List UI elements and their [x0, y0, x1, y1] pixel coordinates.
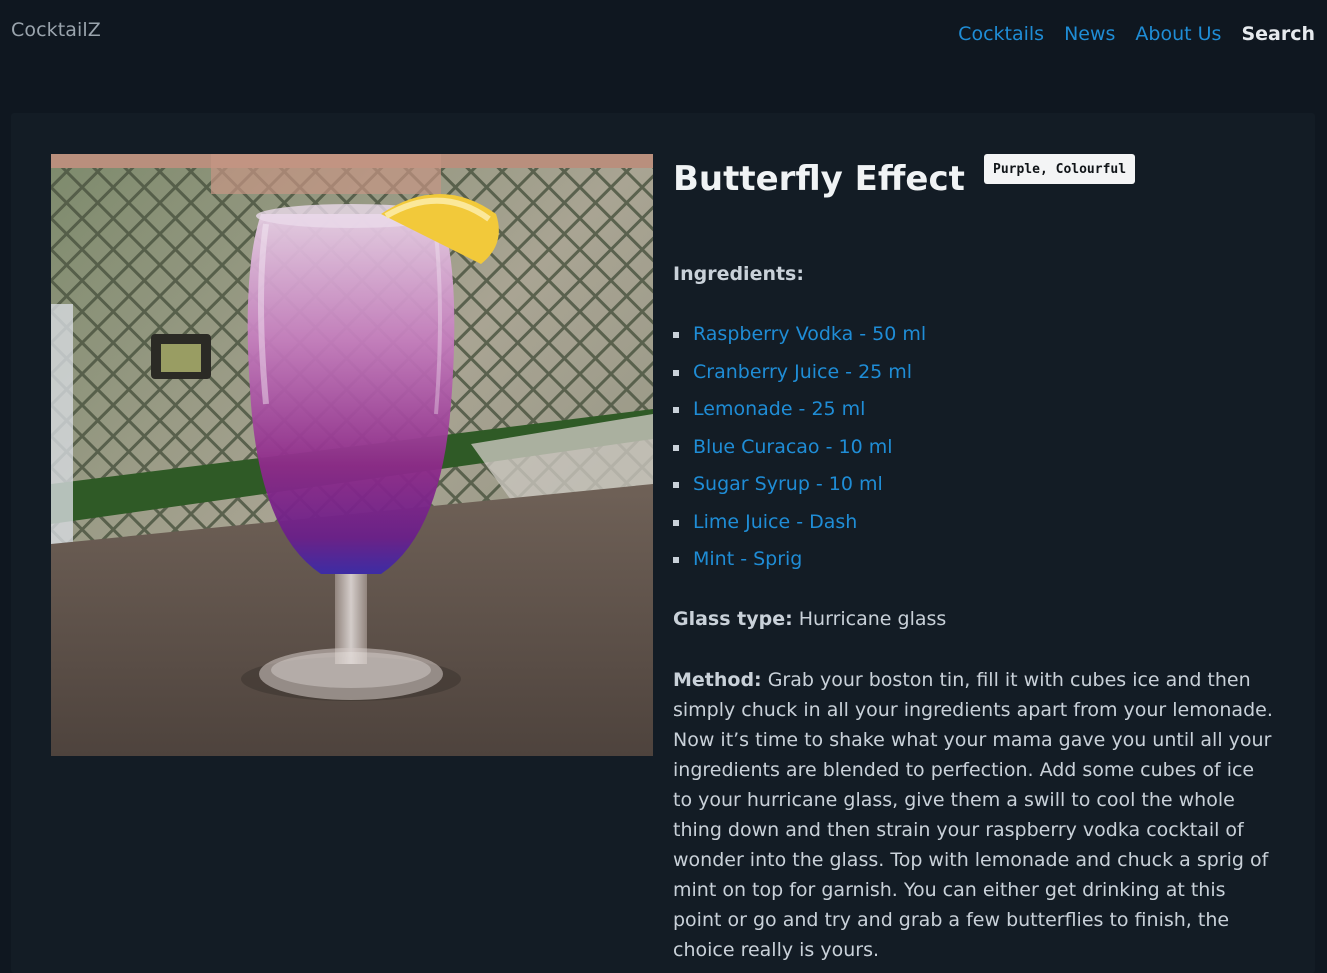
- ingredient-link[interactable]: Sugar Syrup - 10 ml: [693, 473, 883, 495]
- bullet-icon: [673, 444, 679, 451]
- list-item: Mint - Sprig: [673, 541, 926, 579]
- nav-news[interactable]: News: [1064, 23, 1115, 45]
- bullet-icon: [673, 557, 679, 563]
- list-item: Sugar Syrup - 10 ml: [673, 466, 926, 504]
- glass-type: Glass type: Hurricane glass: [673, 608, 946, 630]
- ingredient-link[interactable]: Lemonade - 25 ml: [693, 398, 865, 420]
- bullet-icon: [673, 369, 679, 376]
- cocktail-title: Butterfly Effect: [673, 159, 965, 199]
- glass-type-value: Hurricane glass: [798, 608, 947, 630]
- method: Method: Grab your boston tin, fill it wi…: [673, 665, 1273, 965]
- list-item: Raspberry Vodka - 50 ml: [673, 316, 926, 354]
- list-item: Lemonade - 25 ml: [673, 391, 926, 429]
- cocktail-card: Butterfly Effect Purple, Colourful Ingre…: [11, 113, 1315, 973]
- nav-cocktails[interactable]: Cocktails: [958, 23, 1044, 45]
- list-item: Lime Juice - Dash: [673, 504, 926, 542]
- main-nav: Cocktails News About Us Search: [958, 23, 1315, 45]
- cocktail-photo: [51, 154, 653, 756]
- bullet-icon: [673, 519, 679, 526]
- ingredient-link[interactable]: Mint - Sprig: [693, 548, 802, 570]
- tags-badge: Purple, Colourful: [984, 154, 1136, 184]
- ingredient-link[interactable]: Blue Curacao - 10 ml: [693, 436, 893, 458]
- method-text: Grab your boston tin, fill it with cubes…: [673, 669, 1273, 961]
- method-label: Method:: [673, 669, 762, 691]
- bullet-icon: [673, 407, 679, 413]
- glass-type-label: Glass type:: [673, 608, 793, 630]
- top-navbar: CocktailZ Cocktails News About Us Search: [0, 0, 1327, 112]
- ingredient-link[interactable]: Cranberry Juice - 25 ml: [693, 361, 912, 383]
- ingredients-heading: Ingredients:: [673, 263, 804, 285]
- ingredients-list: Raspberry Vodka - 50 ml Cranberry Juice …: [673, 316, 926, 579]
- nav-about-us[interactable]: About Us: [1135, 23, 1221, 45]
- bullet-icon: [673, 332, 679, 338]
- list-item: Cranberry Juice - 25 ml: [673, 354, 926, 392]
- nav-search[interactable]: Search: [1241, 23, 1315, 45]
- ingredient-link[interactable]: Raspberry Vodka - 50 ml: [693, 323, 926, 345]
- bullet-icon: [673, 482, 679, 488]
- list-item: Blue Curacao - 10 ml: [673, 429, 926, 467]
- brand-logo[interactable]: CocktailZ: [11, 19, 101, 41]
- ingredient-link[interactable]: Lime Juice - Dash: [693, 511, 857, 533]
